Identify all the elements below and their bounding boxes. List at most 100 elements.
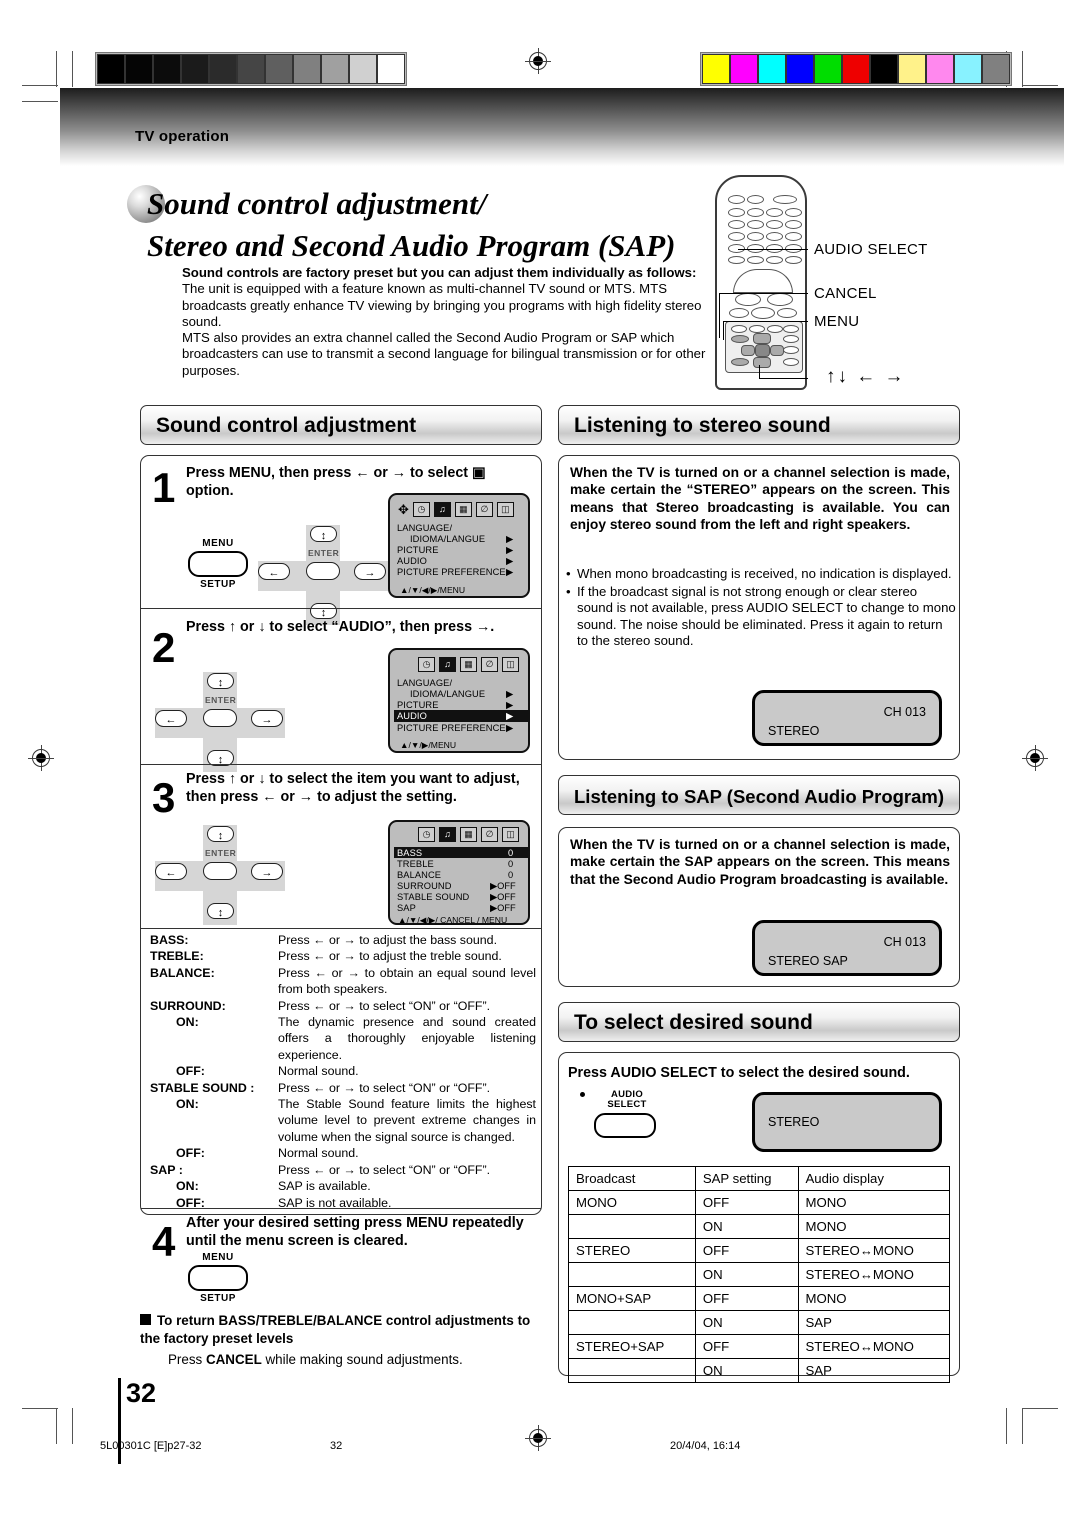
- bullet-square-icon: [140, 1314, 151, 1325]
- remote-button: [747, 220, 764, 229]
- crop-mark-tl-h2: [22, 101, 58, 103]
- sap-setting-cell: OFF: [694, 1238, 799, 1263]
- table-row: ON SAP: [568, 1310, 950, 1335]
- step-divider-1: [141, 608, 541, 610]
- remote-button: [728, 232, 745, 241]
- broadcast-cell: [568, 1358, 696, 1383]
- osd-item-label-highlighted: BASS: [397, 848, 423, 858]
- definition-key: ON:: [176, 1179, 199, 1194]
- intro-paragraph-1: The unit is equipped with a feature know…: [182, 281, 702, 329]
- definition-row: OFF: Normal sound.: [150, 1063, 536, 1079]
- menu-button-top-label: MENU: [202, 1252, 234, 1263]
- list-item: • If the broadcast signal is not strong e…: [566, 584, 956, 650]
- remote-button: [731, 325, 747, 333]
- definition-key: TREBLE:: [150, 949, 204, 964]
- gray-swatch: [181, 54, 209, 84]
- definition-text: Press ← or → to adjust the bass sound.: [278, 933, 498, 947]
- registration-mark-top: [525, 48, 551, 74]
- dpad-right-key: →: [251, 710, 283, 727]
- registration-mark-left: [28, 745, 54, 771]
- section-header-listening-sap-label: Listening to SAP (Second Audio Program): [574, 786, 945, 807]
- osd-icon-row: ◷ ♫ ▦ ∅ ◫: [418, 827, 519, 842]
- gray-swatch: [153, 54, 181, 84]
- definition-key: BALANCE:: [150, 965, 215, 980]
- clock-icon: ◷: [418, 657, 435, 672]
- definition-key: ON:: [176, 1015, 199, 1030]
- audio-display-table: Broadcast SAP setting Audio display MONO OFF…: [568, 1166, 950, 1383]
- osd-screen-step1: ✥ ◷ ♫ ▦ ∅ ◫ LANGUAGE/ IDIOMA/LANGUE ▶ PI…: [388, 493, 530, 598]
- step-2-number: 2: [152, 624, 176, 671]
- osd-item-label: STABLE SOUND: [397, 892, 470, 902]
- broadcast-cell: STEREO: [568, 1238, 696, 1263]
- enter-label: ENTER: [205, 848, 237, 858]
- gray-swatch: [265, 54, 293, 84]
- dpad-up-key: ↕: [310, 526, 337, 542]
- section-header-sound-control-label: Sound control adjustment: [156, 414, 417, 437]
- step-3-text: Press ↑ or ↓ to select the item you want…: [186, 771, 520, 805]
- remote-button: [728, 195, 745, 204]
- remote-button: [747, 256, 764, 264]
- registration-mark-bottom: [525, 1425, 551, 1451]
- clock-icon: ◷: [412, 502, 430, 517]
- osd-item-label: PICTURE: [397, 700, 439, 710]
- remote-button: [766, 256, 783, 264]
- lock-icon: ∅: [481, 827, 498, 842]
- osd-footer-hint: ▲/▼/▶/MENU: [400, 740, 457, 750]
- sap-setting-cell: ON: [694, 1358, 799, 1383]
- table-header-row: Broadcast SAP setting Audio display: [568, 1166, 950, 1191]
- remote-dpad-center: [755, 344, 770, 357]
- step-3-number: 3: [152, 774, 176, 821]
- reset-note-body-bold: CANCEL: [205, 1352, 262, 1367]
- table-header-cell: SAP setting: [694, 1166, 799, 1191]
- tv-screen-mode: STEREO: [768, 724, 820, 738]
- audio-select-label-line2: SELECT: [607, 1099, 647, 1110]
- callout-line-audio-select: [738, 249, 808, 251]
- osd-icon-row: ◷ ♫ ▦ ∅ ◫: [418, 657, 519, 672]
- osd-icon-row: ✥ ◷ ♫ ▦ ∅ ◫: [398, 502, 514, 517]
- sap-body-text: When the TV is turned on or a channel se…: [570, 837, 950, 887]
- osd-item-label: SAP: [397, 903, 416, 913]
- dpad-right-key: →: [251, 863, 283, 880]
- callout-line-menu-h: [724, 321, 808, 323]
- footer-page-number: 32: [330, 1440, 343, 1452]
- osd-item-label: IDIOMA/LANGUE: [410, 534, 486, 544]
- table-row: ON SAP: [568, 1358, 950, 1383]
- section-header-select-sound-label: To select desired sound: [574, 1011, 813, 1034]
- navigation-cursor-icon: ✥: [398, 502, 409, 517]
- gray-swatch: [293, 54, 321, 84]
- menu-button-top-label: MENU: [202, 538, 234, 549]
- remote-button: [735, 293, 761, 306]
- intro-lead: Sound controls are factory preset but yo…: [182, 265, 697, 280]
- audio-icon: ♫: [439, 827, 456, 842]
- lock-icon: ∅: [475, 502, 493, 517]
- button-marker-dot: [580, 1092, 585, 1097]
- audio-select-button-oval: [594, 1113, 656, 1138]
- callout-label-menu: MENU: [814, 313, 860, 330]
- definition-text: Normal sound.: [278, 1064, 359, 1079]
- definition-row: STABLE SOUND : Press ← or → to select “ON…: [150, 1080, 536, 1096]
- menu-button-oval: [188, 551, 248, 577]
- gray-swatch: [237, 54, 265, 84]
- remote-button: [785, 220, 802, 229]
- dpad-up-key: ↕: [207, 673, 234, 689]
- enter-label: ENTER: [308, 548, 340, 558]
- remote-button: [785, 256, 802, 264]
- osd-item-value: ▶: [506, 723, 514, 733]
- menu-button-oval: [188, 1265, 248, 1291]
- remote-button: [785, 232, 802, 241]
- step-divider-2: [141, 764, 541, 766]
- sound-settings-definitions: BASS: Press ← or → to adjust the bass sou…: [150, 932, 536, 1211]
- page-title-line2: Stereo and Second Audio Program (SAP): [147, 228, 676, 263]
- callout-line-menu-v: [723, 321, 725, 340]
- osd-item-label: LANGUAGE/: [397, 678, 453, 688]
- definition-text: Press ← or → to select “ON” or “OFF”.: [278, 1162, 491, 1177]
- section-header-listening-stereo-label: Listening to stereo sound: [574, 414, 831, 437]
- osd-item-value: ▶OFF: [490, 892, 516, 902]
- osd-item-value: 0: [508, 870, 514, 880]
- reset-note-heading: To return BASS/TREBLE/BALANCE control ad…: [140, 1312, 544, 1347]
- remote-button: [728, 208, 745, 217]
- remote-button: [766, 208, 783, 217]
- osd-footer-hint: ▲/▼/◀/▶/MENU: [400, 585, 466, 595]
- menu-button-graphic-step4: MENU SETUP: [186, 1252, 250, 1304]
- definition-text: SAP is available.: [278, 1179, 371, 1194]
